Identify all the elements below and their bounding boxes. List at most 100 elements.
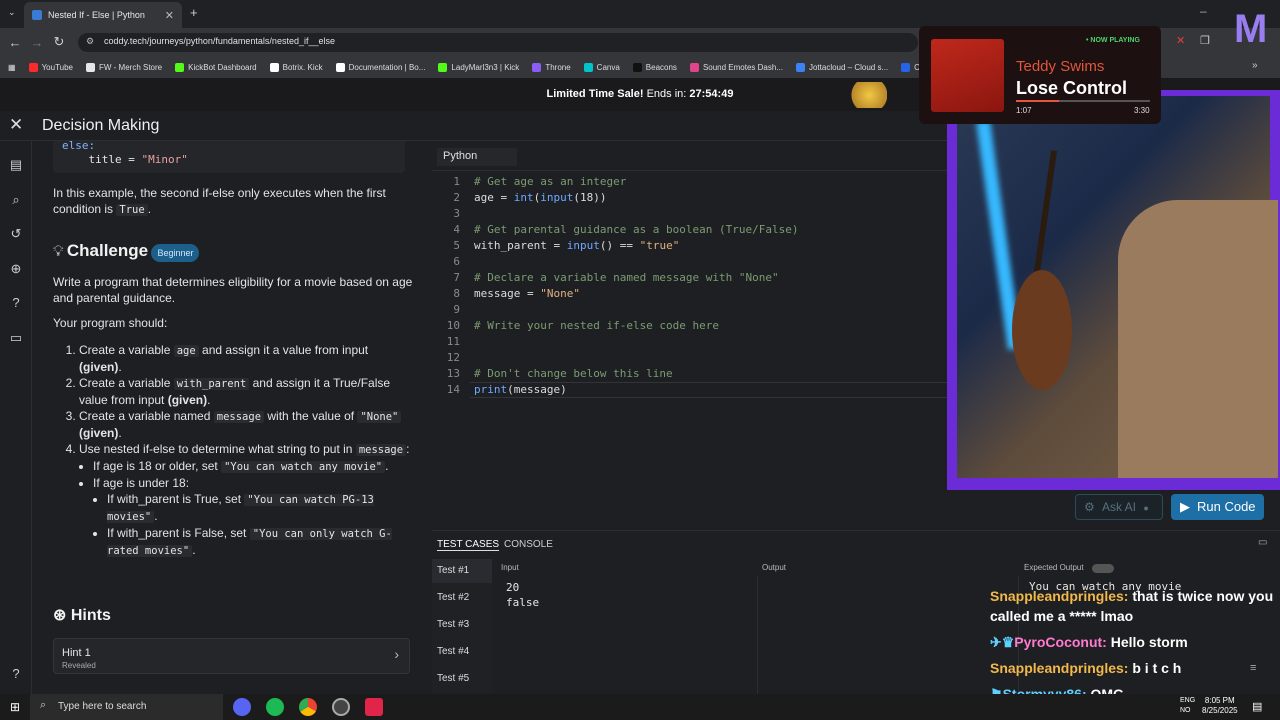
tab-console[interactable]: CONSOLE (504, 539, 553, 550)
code-line[interactable]: # Get parental guidance as a boolean (Tr… (474, 223, 799, 236)
bookmark-item[interactable]: KickBot Dashboard (175, 62, 257, 72)
expected-output-toggle[interactable] (1092, 564, 1114, 573)
close-lesson-icon[interactable]: ✕ (9, 115, 23, 135)
code-line[interactable]: # Get age as an integer (474, 175, 626, 188)
tab-title: Nested If - Else | Python (48, 10, 145, 20)
input-values: 20 false (506, 580, 539, 610)
bookmark-item[interactable]: Canva (583, 62, 620, 72)
ask-ai-label: Ask AI (1102, 500, 1137, 514)
bookmark-item[interactable]: Throne (532, 62, 571, 72)
code-line[interactable]: # Declare a variable named message with … (474, 271, 779, 284)
taskbar-search[interactable]: Type here to search (30, 694, 223, 720)
browser-tab[interactable]: Nested If - Else | Python ✕ (24, 2, 182, 28)
history-icon[interactable]: ↺ (8, 226, 24, 242)
windows-start-icon[interactable]: ⊞ (10, 700, 20, 714)
step-1: Create a variable age and assign it a va… (79, 342, 413, 375)
output-column-header: Output (762, 563, 787, 572)
apps-grid-icon[interactable]: ▦ (8, 63, 16, 72)
hints-title: Hints (70, 607, 111, 624)
bookmark-favicon-icon (795, 62, 805, 72)
url-input[interactable]: coddy.tech/journeys/python/fundamentals/… (78, 33, 918, 52)
difficulty-badge: Beginner (151, 243, 200, 262)
example-end: . (147, 202, 152, 216)
test-case-tab[interactable]: Test #3 (437, 619, 469, 630)
input-column-header: Input (501, 563, 519, 572)
tab-test-cases[interactable]: TEST CASES (437, 539, 500, 551)
bookmark-item[interactable]: Botrix. Kick (269, 62, 323, 72)
new-tab-button[interactable]: + (190, 5, 198, 20)
line-number: 14 (446, 383, 460, 396)
search-icon: ⌕ (40, 699, 47, 711)
menu-icon[interactable]: ≡ (1250, 662, 1256, 674)
spotify-icon[interactable] (266, 698, 284, 716)
chrome-icon[interactable] (299, 698, 317, 716)
obs-icon[interactable] (332, 698, 350, 716)
time-current: 1:07 (1016, 106, 1032, 115)
test-case-tab[interactable]: Test #4 (437, 646, 469, 657)
album-art (931, 39, 1004, 112)
test-case-tab[interactable]: Test #5 (437, 673, 469, 684)
bookmark-favicon-icon (28, 62, 38, 72)
bookmark-item[interactable]: Documentation | Bo... (335, 62, 425, 72)
bookmark-favicon-icon (583, 62, 593, 72)
help-icon[interactable]: ? (8, 666, 24, 682)
bookmark-item[interactable]: Jottacloud – Cloud s... (795, 62, 888, 72)
tab-search-chevron-icon[interactable]: ⌄ (8, 7, 16, 18)
left-rail: ▤ ⌕ ↺ ⊕ ? ▭ ? (0, 141, 32, 694)
search-doc-icon[interactable]: ⌕ (8, 192, 24, 208)
sale-ends-label: Ends in: (646, 88, 687, 100)
snippet-else: else: (62, 141, 96, 152)
step-4: Use nested if-else to determine what str… (79, 441, 413, 559)
collapse-icon[interactable]: ▭ (1258, 537, 1267, 548)
should-label: Your program should: (53, 316, 168, 330)
app-icon[interactable] (365, 698, 383, 716)
bookmark-item[interactable]: YouTube (28, 62, 73, 72)
code-line[interactable]: message = "None" (474, 287, 580, 300)
site-info-icon[interactable]: ⚙ (86, 36, 94, 47)
now-playing-badge: • NOW PLAYING (1086, 37, 1140, 44)
code-line[interactable]: with_parent = input() == "true" (474, 239, 679, 252)
discord-icon[interactable] (233, 698, 251, 716)
code-line[interactable]: # Don't change below this line (474, 367, 673, 380)
extension-icon[interactable]: ✕ (1176, 34, 1185, 47)
clock[interactable]: 8:05 PM 8/25/2025 (1202, 696, 1238, 716)
line-number: 10 (446, 319, 460, 332)
line-number: 9 (453, 303, 460, 316)
notifications-icon[interactable]: ▤ (1252, 700, 1262, 713)
snippet-line: title = (62, 153, 142, 166)
hint-1-card[interactable]: Hint 1 Revealed › (53, 638, 410, 674)
line-number: 12 (446, 351, 460, 364)
hint-1-status: Revealed (62, 661, 96, 670)
code-editor[interactable]: 1 # Get age as an integer 2 age = int(input… (432, 171, 948, 489)
help-circle-icon[interactable]: ? (8, 295, 24, 311)
extensions-puzzle-icon[interactable]: ❐ (1200, 34, 1210, 47)
back-icon[interactable]: ← (4, 35, 26, 50)
feedback-icon[interactable]: ▭ (8, 330, 24, 346)
minimize-icon[interactable]: – (1200, 4, 1207, 18)
more-bookmarks-icon[interactable]: » (1252, 60, 1258, 71)
bookmark-item[interactable]: LadyMarl3n3 | Kick (438, 62, 519, 72)
code-line[interactable]: # Write your nested if-else code here (474, 319, 719, 332)
bookmark-item[interactable]: FW - Merch Store (86, 62, 162, 72)
bookmark-favicon-icon (335, 62, 345, 72)
code-line[interactable]: age = int(input(18)) (474, 191, 607, 204)
test-case-tab[interactable]: Test #2 (437, 592, 469, 603)
language-indicator[interactable]: ENG NO (1180, 696, 1195, 716)
test-case-tab[interactable]: Test #1 (437, 565, 469, 576)
line-number: 11 (446, 335, 460, 348)
tab-python[interactable]: Python (437, 148, 517, 166)
reload-icon[interactable]: ↻ (48, 34, 70, 50)
tab-close-icon[interactable]: ✕ (165, 9, 174, 22)
ask-ai-button[interactable]: ⚙ Ask AI ● (1075, 494, 1163, 520)
stream-logo: M (1234, 7, 1268, 51)
run-code-button[interactable]: ▶ Run Code (1171, 494, 1264, 520)
bookmark-item[interactable]: Beacons (632, 62, 677, 72)
page-title: Decision Making (42, 117, 160, 134)
coddy-favicon-icon (32, 10, 42, 20)
forward-icon[interactable]: → (26, 35, 48, 50)
example-text: In this example, the second if-else only… (53, 186, 386, 216)
bookmark-item[interactable]: Sound Emotes Dash... (689, 62, 783, 72)
zoom-icon[interactable]: ⊕ (8, 261, 24, 277)
chat-message: Snappleandpringles: that is twice now yo… (990, 588, 1274, 624)
lesson-doc-icon[interactable]: ▤ (8, 157, 24, 173)
